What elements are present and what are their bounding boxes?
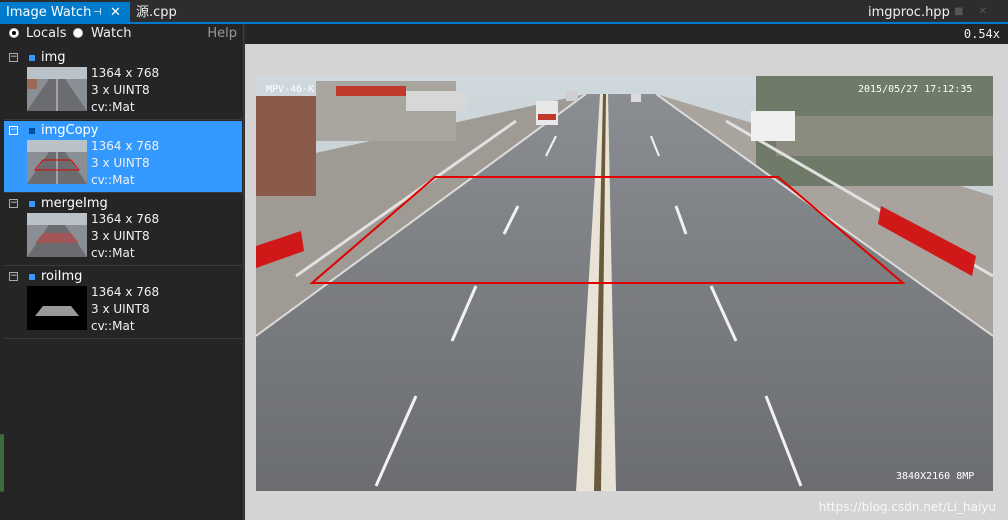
camera-tag: MPV-46-K (266, 84, 314, 95)
variable-thumbnail (27, 286, 87, 330)
variable-thumbnail (27, 213, 87, 257)
collapse-icon[interactable]: − (9, 126, 18, 135)
tab-header-file[interactable]: imgproc.hpp (868, 3, 950, 23)
variable-type-icon (29, 274, 35, 280)
variable-class: cv::Mat (91, 100, 135, 114)
pin-icon[interactable]: ⊣ (93, 2, 102, 24)
variable-item-img[interactable]: − img 1364 x 768 3 x UINT8 cv::Mat (4, 48, 242, 120)
variable-item-imgcopy[interactable]: − imgCopy 1364 x 768 3 x UINT8 cv::Mat (4, 121, 242, 193)
watermark: https://blog.csdn.net/Li_haiyu (818, 500, 996, 514)
variable-thumbnail (27, 140, 87, 184)
close-icon[interactable]: ✕ (110, 2, 121, 24)
variable-class: cv::Mat (91, 173, 135, 187)
tab-image-watch-label: Image Watch (6, 5, 92, 20)
image-timestamp: 2015/05/27 17:12:35 (858, 84, 972, 95)
variable-item-mergeimg[interactable]: − mergeImg 1364 x 768 3 x UINT8 cv::Mat (4, 194, 242, 266)
variable-size: 1364 x 768 (91, 139, 160, 153)
variable-size: 1364 x 768 (91, 66, 160, 80)
viewer-header: 0.54x (245, 24, 1008, 44)
variable-size: 1364 x 768 (91, 212, 160, 226)
document-tab-bar: Image Watch ⊣ ✕ 源.cpp imgproc.hpp ■ ✕ (0, 0, 1008, 24)
help-link[interactable]: Help (207, 24, 237, 44)
collapse-icon[interactable]: − (9, 53, 18, 62)
watch-radio[interactable] (73, 28, 83, 38)
watch-label[interactable]: Watch (91, 24, 131, 44)
variable-class: cv::Mat (91, 246, 135, 260)
collapse-icon[interactable]: − (9, 272, 18, 281)
variable-thumbnail (27, 67, 87, 111)
zoom-level: 0.54x (963, 27, 1000, 41)
variable-item-roiimg[interactable]: − roiImg 1364 x 768 3 x UINT8 cv::Mat (4, 267, 242, 339)
mode-selector: Locals Watch Help (0, 24, 243, 44)
variable-type: 3 x UINT8 (91, 156, 150, 170)
variable-type: 3 x UINT8 (91, 302, 150, 316)
image-canvas[interactable]: MPV-46-K 2015/05/27 17:12:35 3840X2160 8… (256, 76, 993, 491)
locals-radio[interactable] (9, 28, 19, 38)
variable-type: 3 x UINT8 (91, 83, 150, 97)
variable-class: cv::Mat (91, 319, 135, 333)
collapse-icon[interactable]: − (9, 199, 18, 208)
variable-type-icon (29, 201, 35, 207)
variable-type-icon (29, 128, 35, 134)
variable-name: roiImg (41, 269, 83, 284)
tab-header-actions-icon[interactable]: ■ ✕ (954, 6, 993, 17)
resolution-tag: 3840X2160 8MP (896, 471, 974, 482)
tab-source-file[interactable]: 源.cpp (136, 3, 177, 23)
variable-name: imgCopy (41, 123, 99, 138)
image-viewer-panel: 0.54x MPV-46-K 2015/05/27 17:12:35 3840X… (245, 24, 1008, 520)
road-image: MPV-46-K 2015/05/27 17:12:35 3840X2160 8… (256, 76, 993, 491)
scrollbar-thumb[interactable] (0, 434, 4, 492)
variable-name: img (41, 50, 66, 65)
variables-panel: Locals Watch Help − img 1364 x 768 3 x U… (0, 24, 244, 520)
variable-type-icon (29, 55, 35, 61)
variable-type: 3 x UINT8 (91, 229, 150, 243)
locals-label[interactable]: Locals (26, 24, 66, 44)
variable-size: 1364 x 768 (91, 285, 160, 299)
tab-image-watch[interactable]: Image Watch ⊣ ✕ (0, 2, 130, 24)
